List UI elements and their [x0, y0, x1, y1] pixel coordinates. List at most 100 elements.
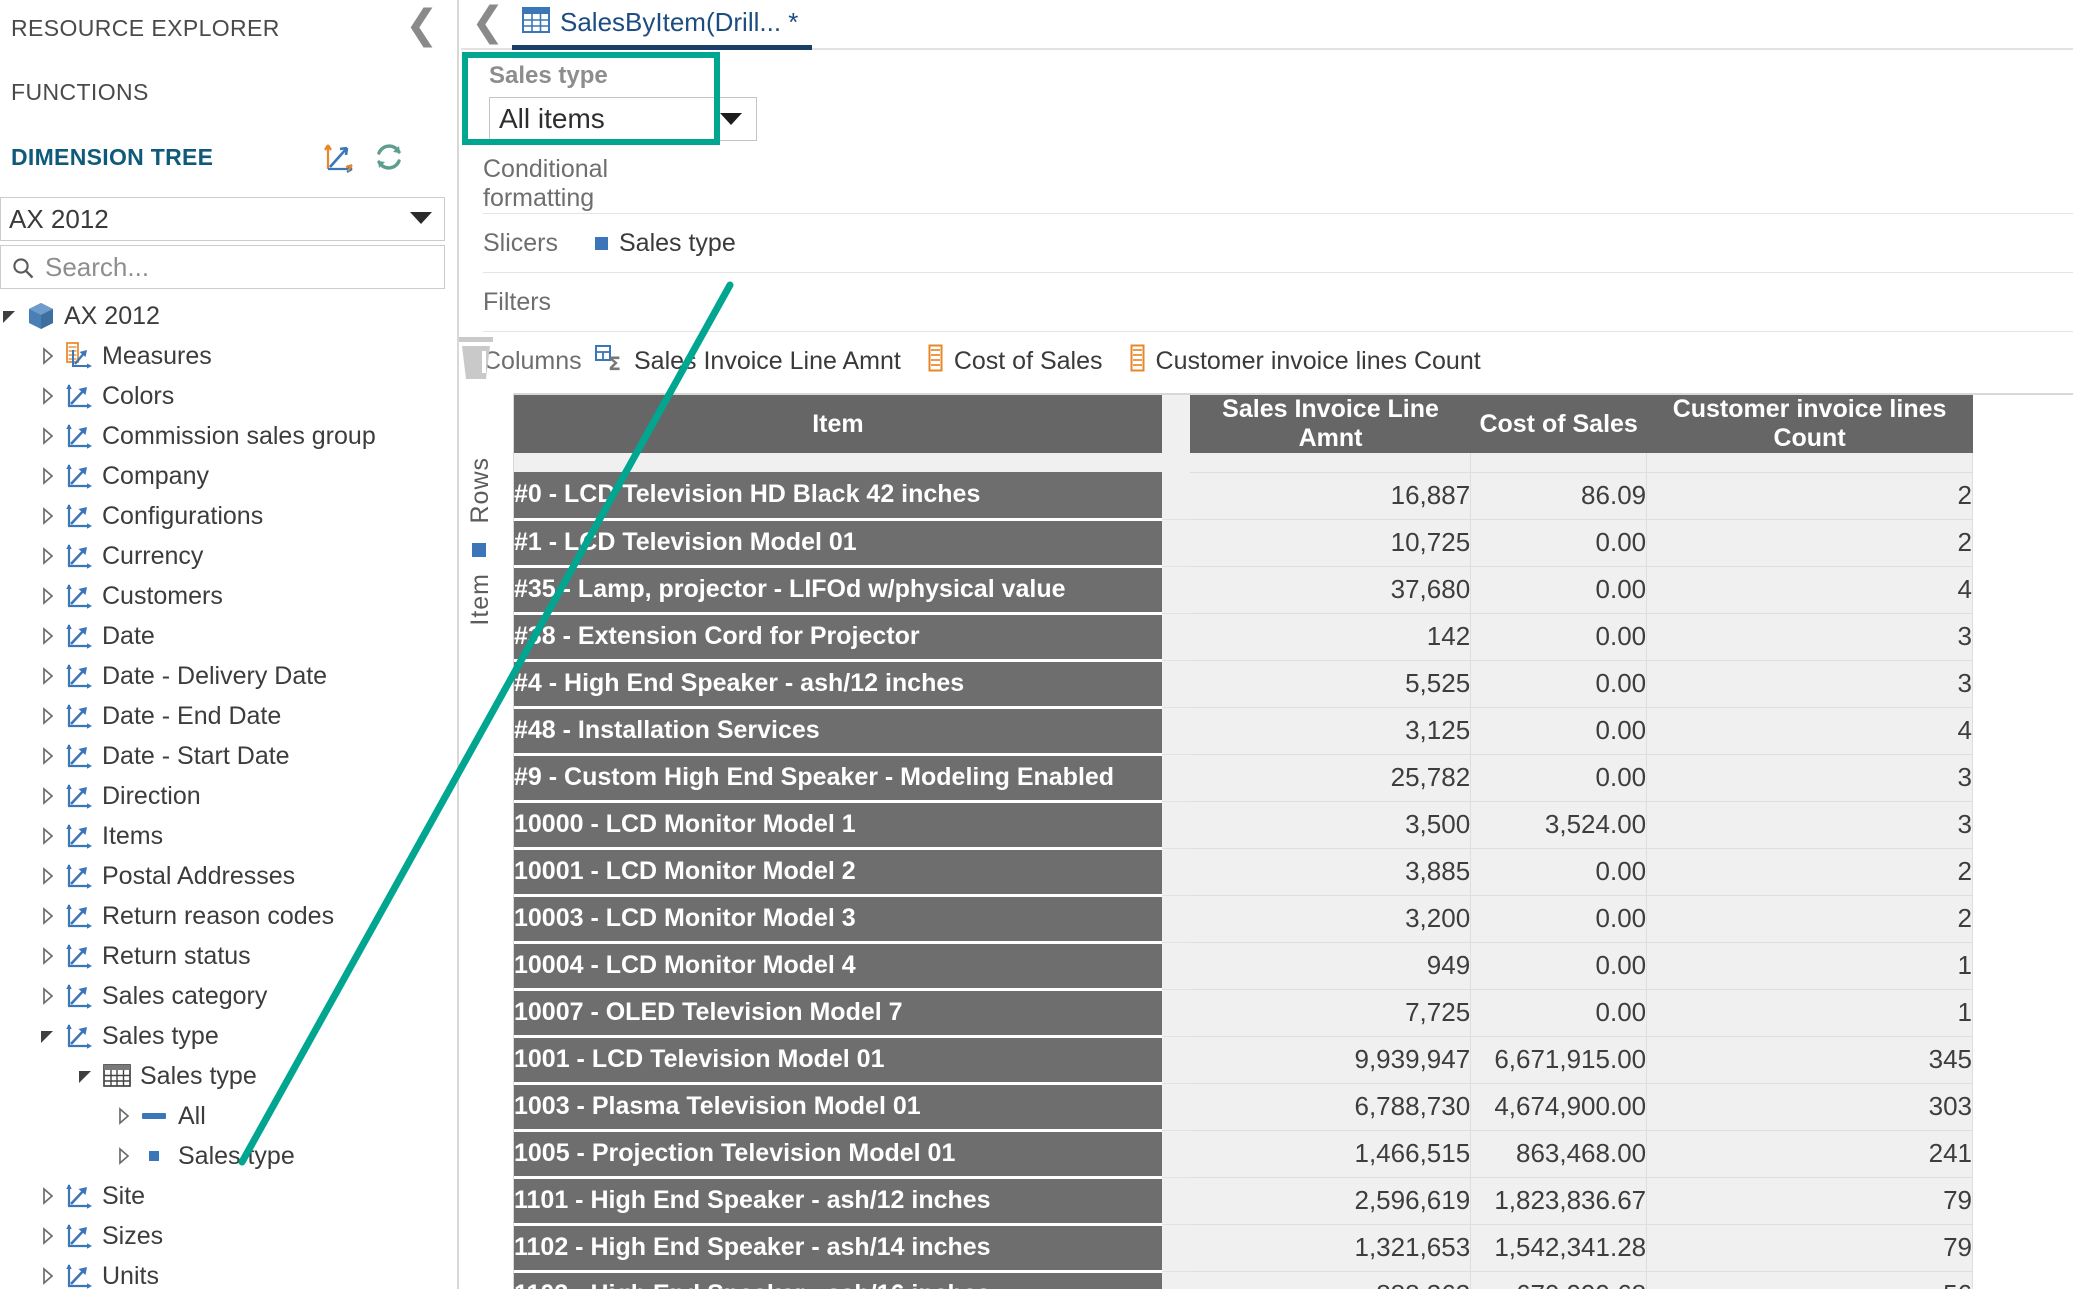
row-header-item[interactable]: #48 - Installation Services — [514, 707, 1162, 756]
tree-item[interactable]: Postal Addresses — [0, 856, 455, 896]
twisty-collapsed-icon[interactable] — [38, 785, 60, 807]
config-row-filters[interactable]: Filters — [483, 273, 2073, 332]
cell-sales-invoice-line-amnt[interactable]: 888,363 — [1190, 1271, 1472, 1289]
twisty-collapsed-icon[interactable] — [38, 1185, 60, 1207]
table-row[interactable]: #1 - LCD Television Model 01 10,725 0.00 2 — [514, 519, 1973, 568]
cell-cost-of-sales[interactable]: 0.00 — [1470, 942, 1648, 990]
twisty-collapsed-icon[interactable] — [38, 625, 60, 647]
tree-item[interactable]: Sales category — [0, 976, 455, 1016]
chevron-left-icon[interactable]: ❮ — [405, 5, 439, 45]
twisty-collapsed-icon[interactable] — [38, 705, 60, 727]
column-header-customer-invoice-lines-count[interactable]: Customer invoice lines Count — [1646, 395, 1973, 453]
cell-customer-invoice-lines-count[interactable]: 79 — [1646, 1224, 1973, 1272]
tree-item[interactable]: Date - Delivery Date — [0, 656, 455, 696]
cell-cost-of-sales[interactable]: 1,542,341.28 — [1470, 1224, 1648, 1272]
cell-sales-invoice-line-amnt[interactable]: 949 — [1190, 942, 1472, 990]
tab-salesbyitem[interactable]: SalesByItem(Drill... * — [512, 0, 813, 50]
cell-customer-invoice-lines-count[interactable]: 3 — [1646, 754, 1973, 802]
refresh-icon[interactable] — [372, 140, 406, 174]
tree-item[interactable]: Company — [0, 456, 455, 496]
tree-item[interactable]: Measures — [0, 336, 455, 376]
tree-item[interactable]: Date - End Date — [0, 696, 455, 736]
cell-sales-invoice-line-amnt[interactable]: 2,596,619 — [1190, 1177, 1472, 1225]
tree-item[interactable]: Return status — [0, 936, 455, 976]
row-header-item[interactable]: #9 - Custom High End Speaker - Modeling … — [514, 754, 1162, 803]
cell-customer-invoice-lines-count[interactable]: 345 — [1646, 1036, 1973, 1084]
cell-sales-invoice-line-amnt[interactable]: 7,725 — [1190, 989, 1472, 1037]
row-header-item[interactable]: #35 - Lamp, projector - LIFOd w/physical… — [514, 566, 1162, 615]
twisty-collapsed-icon[interactable] — [38, 865, 60, 887]
chip-slicer-sales-type[interactable]: Sales type — [595, 229, 736, 258]
search-input[interactable] — [43, 246, 438, 288]
twisty-collapsed-icon[interactable] — [38, 905, 60, 927]
table-row[interactable]: 10001 - LCD Monitor Model 2 3,885 0.00 2 — [514, 848, 1973, 897]
chip-measure-customer-invoice-lines-count[interactable]: Customer invoice lines Count — [1129, 344, 1481, 379]
tree-item[interactable]: Colors — [0, 376, 455, 416]
cell-sales-invoice-line-amnt[interactable]: 1,321,653 — [1190, 1224, 1472, 1272]
cell-sales-invoice-line-amnt[interactable]: 1,466,515 — [1190, 1130, 1472, 1178]
cell-sales-invoice-line-amnt[interactable]: 10,725 — [1190, 519, 1472, 567]
row-header-item[interactable]: 10004 - LCD Monitor Model 4 — [514, 942, 1162, 991]
row-header-item[interactable]: 1005 - Projection Television Model 01 — [514, 1130, 1162, 1179]
cell-sales-invoice-line-amnt[interactable]: 3,200 — [1190, 895, 1472, 943]
row-header-item[interactable]: 10001 - LCD Monitor Model 2 — [514, 848, 1162, 897]
config-row-conditional-formatting[interactable]: Conditional formatting — [483, 155, 2073, 214]
table-row[interactable]: 10004 - LCD Monitor Model 4 949 0.00 1 — [514, 942, 1973, 991]
cell-customer-invoice-lines-count[interactable]: 4 — [1646, 707, 1973, 755]
cell-customer-invoice-lines-count[interactable]: 3 — [1646, 660, 1973, 708]
row-header-item[interactable]: 1001 - LCD Television Model 01 — [514, 1036, 1162, 1085]
twisty-expanded-icon[interactable] — [0, 305, 22, 327]
cube-select[interactable]: AX 2012 — [0, 197, 445, 241]
cell-customer-invoice-lines-count[interactable]: 79 — [1646, 1177, 1973, 1225]
cell-cost-of-sales[interactable]: 0.00 — [1470, 989, 1648, 1037]
slicer-sales-type-dropdown[interactable]: All items — [489, 97, 757, 141]
twisty-collapsed-icon[interactable] — [38, 425, 60, 447]
twisty-collapsed-icon[interactable] — [38, 825, 60, 847]
tree-item[interactable]: Sales type — [0, 1016, 455, 1056]
tree-item[interactable]: Sizes — [0, 1216, 455, 1256]
twisty-collapsed-icon[interactable] — [38, 745, 60, 767]
tree-item[interactable]: Currency — [0, 536, 455, 576]
rows-axis-field-item[interactable]: Item — [466, 573, 495, 626]
column-header-cost-of-sales[interactable]: Cost of Sales — [1470, 395, 1647, 453]
table-row[interactable]: #35 - Lamp, projector - LIFOd w/physical… — [514, 566, 1973, 615]
row-header-item[interactable]: 1101 - High End Speaker - ash/12 inches — [514, 1177, 1162, 1226]
twisty-collapsed-icon[interactable] — [38, 545, 60, 567]
table-row[interactable]: 10000 - LCD Monitor Model 1 3,500 3,524.00… — [514, 801, 1973, 850]
tree-item[interactable]: Sales type — [0, 1056, 455, 1096]
cell-cost-of-sales[interactable]: 3,524.00 — [1470, 801, 1648, 849]
table-row[interactable]: #48 - Installation Services 3,125 0.00 4 — [514, 707, 1973, 756]
twisty-collapsed-icon[interactable] — [38, 665, 60, 687]
table-row[interactable]: #4 - High End Speaker - ash/12 inches 5,5… — [514, 660, 1973, 709]
cell-sales-invoice-line-amnt[interactable]: 9,939,947 — [1190, 1036, 1472, 1084]
cell-customer-invoice-lines-count[interactable]: 1 — [1646, 989, 1973, 1037]
tree-item[interactable]: AX 2012 — [0, 296, 455, 336]
cell-customer-invoice-lines-count[interactable]: 2 — [1646, 895, 1973, 943]
row-header-item[interactable]: 10003 - LCD Monitor Model 3 — [514, 895, 1162, 944]
row-header-item[interactable]: 1102 - High End Speaker - ash/14 inches — [514, 1224, 1162, 1273]
row-header-item[interactable]: 1103 - High End Speaker - ash/16 inches — [514, 1271, 1162, 1289]
twisty-collapsed-icon[interactable] — [114, 1105, 136, 1127]
cell-cost-of-sales[interactable]: 0.00 — [1470, 519, 1648, 567]
dimension-tree-section-title[interactable]: DIMENSION TREE — [0, 141, 213, 173]
row-header-item[interactable]: 1003 - Plasma Television Model 01 — [514, 1083, 1162, 1132]
cell-cost-of-sales[interactable]: 0.00 — [1470, 707, 1648, 755]
tree-item[interactable]: Units — [0, 1256, 455, 1289]
chevron-left-icon[interactable]: ❮ — [471, 2, 505, 46]
cell-customer-invoice-lines-count[interactable]: 4 — [1646, 566, 1973, 614]
row-header-item[interactable]: #1 - LCD Television Model 01 — [514, 519, 1162, 568]
cell-cost-of-sales[interactable]: 0.00 — [1470, 613, 1648, 661]
row-header-item[interactable]: 10000 - LCD Monitor Model 1 — [514, 801, 1162, 850]
column-header-item[interactable]: Item — [514, 395, 1162, 453]
cell-cost-of-sales[interactable]: 1,823,836.67 — [1470, 1177, 1648, 1225]
twisty-expanded-icon[interactable] — [76, 1065, 98, 1087]
table-row[interactable]: #38 - Extension Cord for Projector 142 0.0… — [514, 613, 1973, 662]
tree-item[interactable]: Date — [0, 616, 455, 656]
cell-sales-invoice-line-amnt[interactable]: 3,500 — [1190, 801, 1472, 849]
cell-cost-of-sales[interactable]: 0.00 — [1470, 754, 1648, 802]
cell-cost-of-sales[interactable]: 6,671,915.00 — [1470, 1036, 1648, 1084]
chip-measure-sales-invoice-line-amnt[interactable]: Σ Sales Invoice Line Amnt — [595, 344, 901, 379]
dimension-chart-icon[interactable] — [323, 140, 357, 174]
tree-item[interactable]: Items — [0, 816, 455, 856]
table-row[interactable]: 1005 - Projection Television Model 01 1,4… — [514, 1130, 1973, 1179]
